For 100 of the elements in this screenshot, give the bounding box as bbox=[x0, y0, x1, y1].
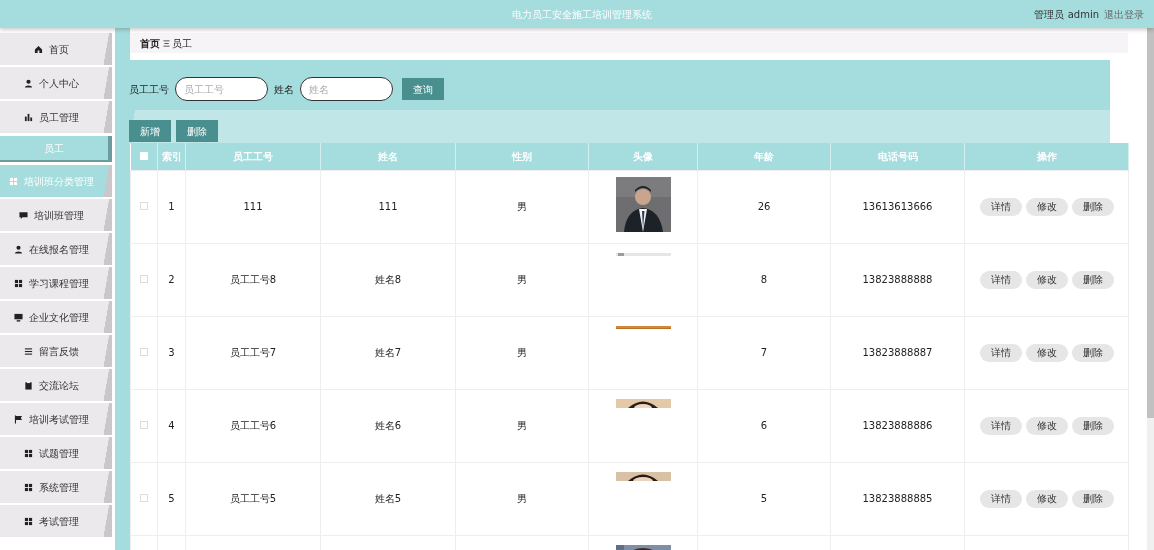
table-cell: 姓名8 bbox=[374, 274, 402, 285]
sidebar-item[interactable]: 首页 bbox=[0, 33, 112, 65]
sidebar-item[interactable]: 学习课程管理 bbox=[0, 267, 112, 299]
sidebar-item[interactable]: 员工管理 bbox=[0, 101, 112, 133]
breadcrumb-link[interactable]: 首页 bbox=[140, 35, 160, 51]
table-cell: 13613613666 bbox=[862, 201, 933, 212]
table-cell: 26 bbox=[757, 201, 771, 212]
monitor-icon bbox=[13, 312, 23, 322]
table-cell: 男 bbox=[517, 347, 527, 358]
table-cell: 5 bbox=[168, 493, 175, 504]
row-checkbox[interactable] bbox=[140, 421, 148, 429]
sidebar-item[interactable]: 企业文化管理 bbox=[0, 301, 112, 333]
table-cell: 111 bbox=[378, 201, 398, 212]
logout-link[interactable]: 退出登录 bbox=[1104, 6, 1144, 22]
person-icon bbox=[13, 244, 23, 254]
details-button[interactable]: 详情 bbox=[979, 270, 1022, 289]
table-cell: 13823888887 bbox=[862, 347, 933, 358]
field-label: 姓名 bbox=[274, 82, 294, 97]
input-field[interactable]: 员工工号 bbox=[175, 77, 268, 101]
sidebar-item[interactable]: 留言反馈 bbox=[0, 335, 112, 367]
flag-icon bbox=[13, 414, 23, 424]
chat-icon bbox=[18, 210, 28, 220]
edit-button[interactable]: 修改 bbox=[1025, 416, 1068, 435]
input-field[interactable]: 姓名 bbox=[300, 77, 393, 101]
edit-button[interactable]: 修改 bbox=[1025, 343, 1068, 362]
sidebar-item[interactable]: 在线报名管理 bbox=[0, 233, 112, 265]
table-cell: 8 bbox=[760, 274, 768, 285]
table-cell: 姓名6 bbox=[374, 420, 402, 431]
table-cell: 员工工号6 bbox=[229, 420, 277, 431]
delete-button[interactable]: 删除 bbox=[1071, 416, 1114, 435]
table-cell: 13823888885 bbox=[862, 493, 933, 504]
table-cell: 员工工号5 bbox=[229, 493, 277, 504]
select-all-checkbox[interactable] bbox=[139, 151, 148, 160]
table-cell: 2 bbox=[168, 274, 175, 285]
edit-button[interactable]: 修改 bbox=[1025, 270, 1068, 289]
column-header: 姓名 bbox=[320, 143, 456, 170]
table-cell: 1 bbox=[168, 201, 175, 212]
person-icon bbox=[23, 78, 33, 88]
table-cell: 男 bbox=[517, 201, 527, 212]
table-cell: 13823888886 bbox=[862, 420, 933, 431]
sidebar-item[interactable]: 交流论坛 bbox=[0, 369, 112, 401]
details-button[interactable]: 详情 bbox=[979, 343, 1022, 362]
delete-button[interactable]: 删除 bbox=[1071, 489, 1114, 508]
table-cell: 7 bbox=[760, 347, 768, 358]
field-label: 员工工号 bbox=[129, 82, 169, 97]
grid-icon bbox=[23, 448, 33, 458]
table-cell: 5 bbox=[760, 493, 768, 504]
table-cell: 姓名7 bbox=[374, 347, 402, 358]
row-checkbox[interactable] bbox=[140, 202, 148, 210]
edit-button[interactable]: 修改 bbox=[1025, 197, 1068, 216]
row-checkbox[interactable] bbox=[140, 494, 148, 502]
sidebar-item[interactable]: 考试管理 bbox=[0, 505, 112, 537]
details-button[interactable]: 详情 bbox=[979, 416, 1022, 435]
breadcrumb-separator-icon bbox=[162, 39, 170, 47]
table-cell: 男 bbox=[517, 420, 527, 431]
edit-button[interactable]: 修改 bbox=[1025, 489, 1068, 508]
table-cell: 3 bbox=[168, 347, 175, 358]
delete-button[interactable]: 删除 bbox=[176, 120, 218, 142]
add-button[interactable]: 新增 bbox=[129, 120, 171, 142]
delete-button[interactable]: 删除 bbox=[1071, 343, 1114, 362]
grid-icon bbox=[13, 278, 23, 288]
table-cell: 员工工号8 bbox=[229, 274, 277, 285]
table-cell: 13823888888 bbox=[862, 274, 933, 285]
column-header: 索引 bbox=[157, 143, 186, 170]
sidebar-item[interactable]: 试题管理 bbox=[0, 437, 112, 469]
sidebar-item[interactable]: 培训班管理 bbox=[0, 199, 112, 231]
grid-icon bbox=[23, 482, 33, 492]
table-cell: 男 bbox=[517, 493, 527, 504]
row-checkbox[interactable] bbox=[140, 348, 148, 356]
grid-icon bbox=[23, 516, 33, 526]
list-icon bbox=[23, 346, 33, 356]
column-header: 操作 bbox=[964, 143, 1129, 170]
column-header: 年龄 bbox=[697, 143, 831, 170]
search-button[interactable]: 查询 bbox=[401, 78, 444, 100]
sidebar-item[interactable]: 培训考试管理 bbox=[0, 403, 112, 435]
column-header: 头像 bbox=[588, 143, 698, 170]
delete-button[interactable]: 删除 bbox=[1071, 270, 1114, 289]
table-cell: 员工工号7 bbox=[229, 347, 277, 358]
table-cell: 男 bbox=[517, 274, 527, 285]
details-button[interactable]: 详情 bbox=[979, 197, 1022, 216]
app-title: 电力员工安全施工培训管理系统 bbox=[512, 7, 652, 22]
table-cell: 4 bbox=[168, 420, 175, 431]
column-header: 员工工号 bbox=[185, 143, 321, 170]
sidebar-item[interactable]: 个人中心 bbox=[0, 67, 112, 99]
breadcrumb-current: 员工 bbox=[172, 36, 192, 51]
column-header: 性别 bbox=[455, 143, 589, 170]
grid-icon bbox=[8, 176, 18, 186]
clipboard-icon bbox=[23, 380, 33, 390]
scrollbar[interactable] bbox=[1147, 28, 1154, 550]
row-checkbox[interactable] bbox=[140, 275, 148, 283]
table-cell: 6 bbox=[760, 420, 768, 431]
home-icon bbox=[33, 44, 43, 54]
sidebar-item[interactable]: 系统管理 bbox=[0, 471, 112, 503]
table-cell: 姓名5 bbox=[374, 493, 402, 504]
user-label: 管理员 admin bbox=[1034, 7, 1099, 22]
delete-button[interactable]: 删除 bbox=[1071, 197, 1114, 216]
bar-chart-icon bbox=[23, 112, 33, 122]
details-button[interactable]: 详情 bbox=[979, 489, 1022, 508]
table-cell: 111 bbox=[243, 201, 263, 212]
column-header: 电话号码 bbox=[830, 143, 965, 170]
